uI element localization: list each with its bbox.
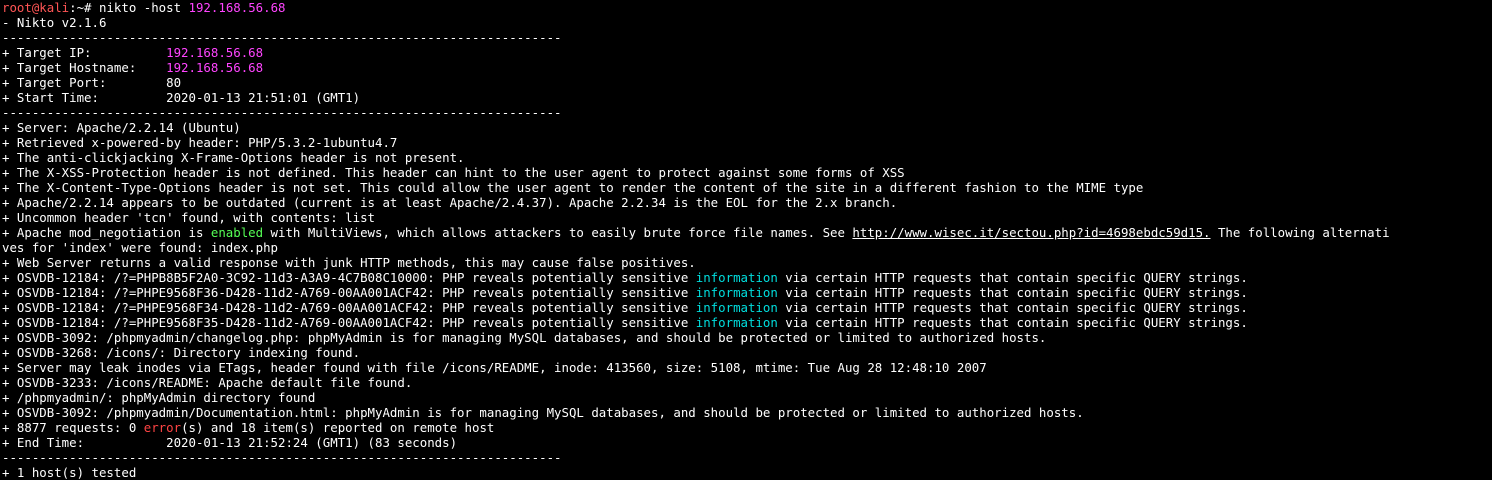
mod-negotiation-text: + Apache mod_negotiation is <box>2 225 211 240</box>
information-keyword: information <box>695 315 778 330</box>
output-line: + The anti-clickjacking X-Frame-Options … <box>2 150 465 165</box>
output-line: + Server may leak inodes via ETags, head… <box>2 360 987 375</box>
prompt-user: root@kali <box>2 0 70 15</box>
output-line: + Apache/2.2.14 appears to be outdated (… <box>2 195 898 210</box>
command-prompt: root@kali:~# nikto -host 192.168.56.68 <box>0 0 1492 15</box>
information-keyword: information <box>695 285 778 300</box>
information-keyword: information <box>695 270 778 285</box>
output-line: + The X-Content-Type-Options header is n… <box>2 180 1144 195</box>
output-line: + The X-XSS-Protection header is not def… <box>2 165 905 180</box>
output-line: + OSVDB-3092: /phpmyadmin/changelog.php:… <box>2 330 1047 345</box>
start-time-line: + Start Time: 2020-01-13 21:51:01 (GMT1) <box>2 90 361 105</box>
output-line: - Nikto v2.1.6 <box>2 15 107 30</box>
output-line: + Uncommon header 'tcn' found, with cont… <box>2 210 375 225</box>
osvdb-text: + OSVDB-12184: /?=PHPE9568F35-D428-11d2-… <box>2 315 696 330</box>
osvdb-text: + OSVDB-12184: /?=PHPE9568F34-D428-11d2-… <box>2 300 696 315</box>
osvdb-line: + OSVDB-12184: /?=PHPE9568F36-D428-11d2-… <box>0 285 1492 300</box>
output-line: + /phpmyadmin/: phpMyAdmin directory fou… <box>2 390 316 405</box>
target-hostname-line: + Target Hostname: 192.168.56.68 <box>0 60 1492 75</box>
output-line-wrapped: ves for 'index' were found: index.php <box>2 240 279 255</box>
mod-negotiation-text: with MultiViews, which allows attackers … <box>263 225 853 240</box>
command-target-ip: 192.168.56.68 <box>188 0 286 15</box>
target-ip-value: 192.168.56.68 <box>166 45 264 60</box>
output-line: + Server: Apache/2.2.14 (Ubuntu) <box>2 120 241 135</box>
osvdb-line: + OSVDB-12184: /?=PHPE9568F34-D428-11d2-… <box>0 300 1492 315</box>
osvdb-line: + OSVDB-12184: /?=PHPE9568F35-D428-11d2-… <box>0 315 1492 330</box>
hosts-tested-line: + 1 host(s) tested <box>2 465 137 480</box>
enabled-keyword: enabled <box>210 225 264 240</box>
separator: ----------------------------------------… <box>2 450 562 465</box>
osvdb-text: via certain HTTP requests that contain s… <box>777 285 1248 300</box>
end-time-line: + End Time: 2020-01-13 21:52:24 (GMT1) (… <box>2 435 458 450</box>
mod-negotiation-line: + Apache mod_negotiation is enabled with… <box>0 225 1492 240</box>
osvdb-line: + OSVDB-12184: /?=PHPB8B5F2A0-3C92-11d3-… <box>0 270 1492 285</box>
osvdb-text: + OSVDB-12184: /?=PHPB8B5F2A0-3C92-11d3-… <box>2 270 696 285</box>
separator: ----------------------------------------… <box>2 105 562 120</box>
osvdb-text: + OSVDB-12184: /?=PHPE9568F36-D428-11d2-… <box>2 285 696 300</box>
command-text: nikto -host <box>98 0 189 15</box>
output-line: + OSVDB-3233: /icons/README: Apache defa… <box>2 375 413 390</box>
wisec-link[interactable]: http://www.wisec.it/sectou.php?id=4698eb… <box>852 225 1210 240</box>
requests-summary-line: + 8877 requests: 0 error(s) and 18 item(… <box>0 420 1492 435</box>
information-keyword: information <box>695 300 778 315</box>
requests-text: (s) and 18 item(s) reported on remote ho… <box>181 420 495 435</box>
target-hostname-label: + Target Hostname: <box>2 60 167 75</box>
target-port-line: + Target Port: 80 <box>2 75 182 90</box>
target-ip-line: + Target IP: 192.168.56.68 <box>0 45 1492 60</box>
separator: ----------------------------------------… <box>2 30 562 45</box>
target-hostname-value: 192.168.56.68 <box>166 60 264 75</box>
requests-text: + 8877 requests: 0 <box>2 420 144 435</box>
mod-negotiation-text: The following alternati <box>1210 225 1390 240</box>
osvdb-text: via certain HTTP requests that contain s… <box>777 270 1248 285</box>
terminal-window[interactable]: root@kali:~# nikto -host 192.168.56.68 -… <box>0 0 1492 480</box>
prompt-path: :~# <box>69 0 99 15</box>
target-ip-label: + Target IP: <box>2 45 167 60</box>
output-line: + OSVDB-3092: /phpmyadmin/Documentation.… <box>2 405 1084 420</box>
osvdb-text: via certain HTTP requests that contain s… <box>777 300 1248 315</box>
error-keyword: error <box>143 420 182 435</box>
output-line: + Web Server returns a valid response wi… <box>2 255 696 270</box>
output-line: + Retrieved x-powered-by header: PHP/5.3… <box>2 135 398 150</box>
output-line: + OSVDB-3268: /icons/: Directory indexin… <box>2 345 361 360</box>
osvdb-text: via certain HTTP requests that contain s… <box>777 315 1248 330</box>
